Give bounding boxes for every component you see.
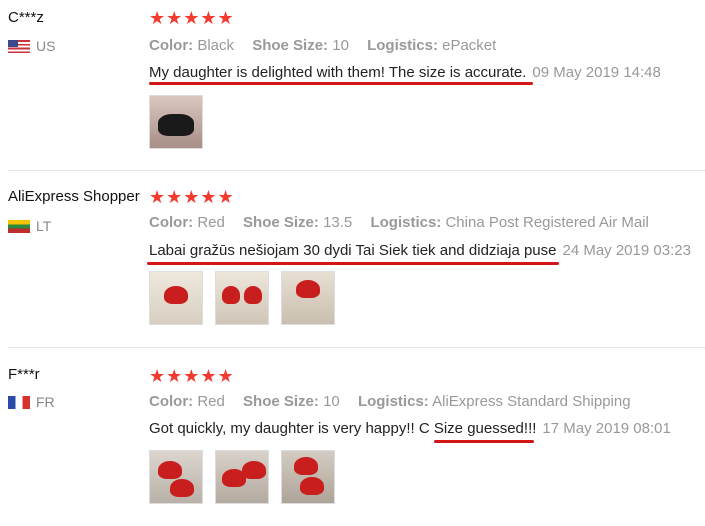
review-comment: Got quickly, my daughter is very happy!!… [149,420,671,437]
attr-label: Shoe Size: [243,393,319,410]
attr-value: 13.5 [323,214,353,231]
review-date: 17 May 2019 08:01 [542,420,671,437]
attr-label: Logistics: [370,214,442,231]
review-item: AliExpress Shopper LT ★★★★★ Color: Red S… [0,171,705,347]
review-item: F***r FR ★★★★★ Color: Red Shoe Size: 10 … [0,348,705,526]
rating-stars: ★★★★★ [149,8,235,28]
photo-gallery [149,95,203,149]
review-comment: My daughter is delighted with them! The … [149,64,661,81]
attr-value: ePacket [442,37,497,54]
review-photo[interactable] [149,271,203,325]
attr-label: Shoe Size: [243,214,319,231]
annotation-underline [149,82,533,85]
attr-value: China Post Registered Air Mail [445,214,649,231]
review-item: C***z US ★★★★★ Color: Black Shoe Size: 1… [0,0,705,170]
review-photo[interactable] [149,95,203,149]
attr-label: Color: [149,393,194,410]
reviewer-name: F***r [8,366,40,383]
review-photo[interactable] [281,271,335,325]
country-code: US [36,38,56,54]
comment-text: My daughter is delighted with them! The … [149,64,527,81]
fr-flag-icon [8,395,30,409]
us-flag-icon [8,39,30,53]
annotation-underline [147,262,559,265]
review-date: 24 May 2019 03:23 [562,242,691,259]
attr-label: Color: [149,214,194,231]
review-attributes: Color: Red Shoe Size: 13.5 Logistics: Ch… [149,214,663,231]
comment-text: Labai gražūs nešiojam 30 dydi Tai Siek t… [149,242,557,259]
rating-stars: ★★★★★ [149,366,235,386]
attr-label: Shoe Size: [252,37,329,54]
photo-gallery [149,450,335,504]
country-code: FR [36,394,55,410]
attr-value: 10 [332,37,349,54]
review-photo[interactable] [215,450,269,504]
annotation-underline [434,440,534,443]
attr-value: Red [197,214,225,231]
review-attributes: Color: Black Shoe Size: 10 Logistics: eP… [149,37,510,54]
reviewer-country: LT [8,218,51,234]
comment-text-highlighted: Size guessed!!! [433,420,537,437]
reviewer-country: FR [8,394,55,410]
attr-value: 10 [323,393,340,410]
review-attributes: Color: Red Shoe Size: 10 Logistics: AliE… [149,393,645,410]
review-photo[interactable] [149,450,203,504]
photo-gallery [149,271,335,325]
attr-label: Logistics: [367,37,438,54]
attr-label: Color: [149,37,194,54]
attr-value: Red [197,393,225,410]
lt-flag-icon [8,219,30,233]
attr-value: AliExpress Standard Shipping [432,393,631,410]
review-photo[interactable] [281,450,335,504]
reviewer-country: US [8,38,55,54]
country-code: LT [36,218,52,234]
comment-text: Got quickly, my daughter is very happy!!… [149,420,434,437]
reviewer-name: AliExpress Shopper [8,188,140,205]
rating-stars: ★★★★★ [149,187,235,207]
attr-value: Black [197,37,235,54]
review-photo[interactable] [215,271,269,325]
reviewer-name: C***z [8,9,44,26]
review-comment: Labai gražūs nešiojam 30 dydi Tai Siek t… [149,242,691,259]
attr-label: Logistics: [357,393,429,410]
review-date: 09 May 2019 14:48 [532,64,661,81]
